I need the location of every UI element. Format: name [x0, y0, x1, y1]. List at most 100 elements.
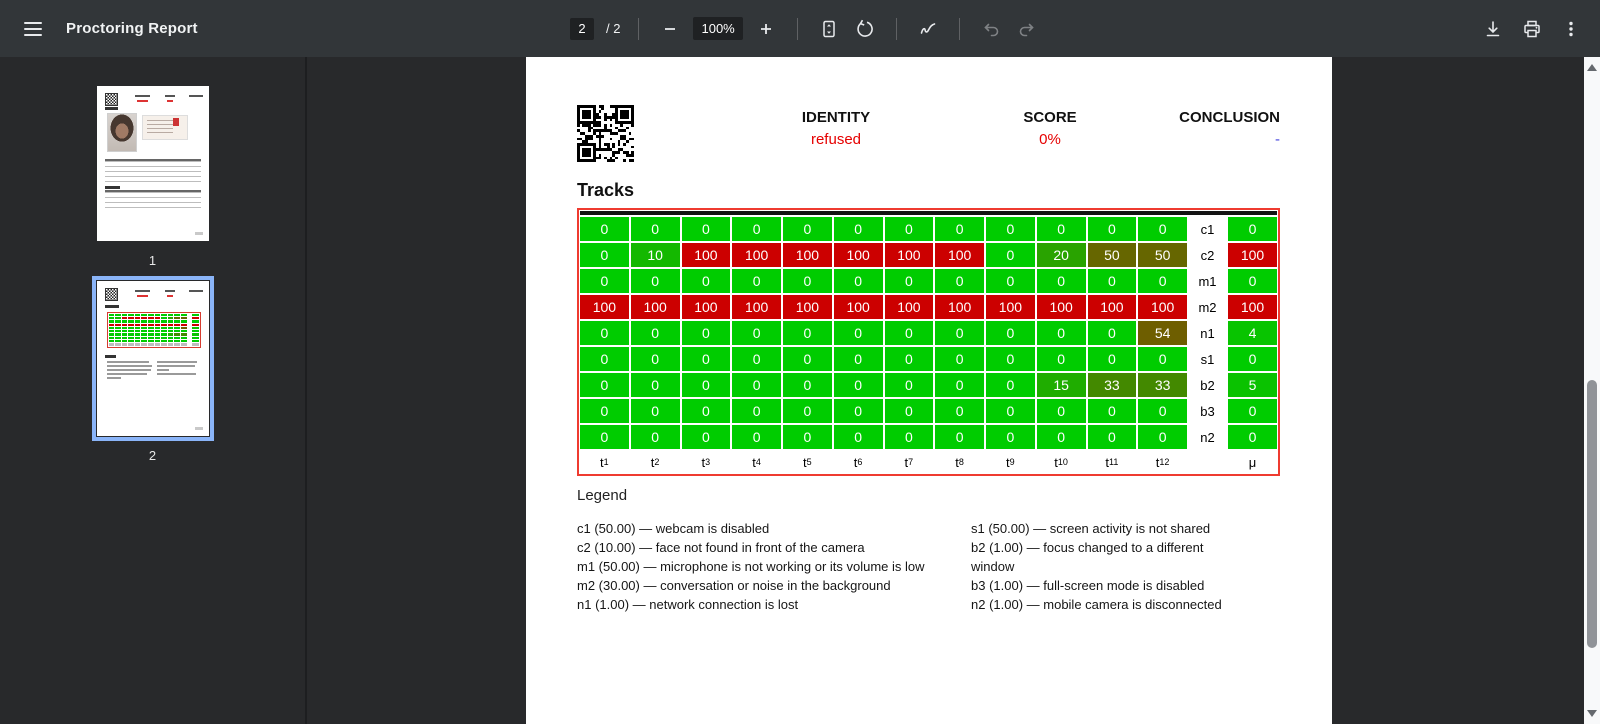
zoom-out-button[interactable]	[657, 16, 683, 42]
mini-track-cell	[115, 339, 121, 342]
mini-track-cell	[134, 330, 141, 333]
zoom-in-button[interactable]	[753, 16, 779, 42]
scroll-up-arrow-icon[interactable]	[1587, 64, 1597, 71]
mini-track-cell	[161, 333, 167, 336]
legend-item: c2 (10.00) — face not found in front of …	[577, 540, 865, 555]
mini-track-cell	[148, 339, 154, 342]
track-row-label: n1	[1189, 321, 1226, 345]
pdf-viewer-canvas[interactable]: IDENTITY refused SCORE 0% CONCLUSION - T…	[307, 57, 1584, 724]
legend-item: b2 (1.00) — focus changed to a different…	[971, 540, 1204, 574]
track-cell: 0	[630, 217, 680, 241]
vertical-scrollbar[interactable]	[1584, 57, 1600, 724]
track-cell: 33	[1138, 373, 1187, 397]
track-cell: 0	[1036, 321, 1086, 345]
track-cell: 0	[681, 347, 731, 371]
track-cell: 0	[935, 399, 984, 423]
track-cell: 0	[884, 373, 934, 397]
mini-track-cell	[108, 343, 115, 346]
track-cell: 0	[1087, 399, 1137, 423]
track-cell: 100	[630, 295, 680, 319]
track-cell: 0	[1087, 217, 1137, 241]
track-cell: 0	[1138, 269, 1187, 293]
track-cell: 0	[1036, 269, 1086, 293]
track-cell: 100	[580, 295, 629, 319]
track-cell: 0	[783, 321, 832, 345]
track-cell: 0	[833, 269, 883, 293]
track-cell: 0	[1138, 217, 1187, 241]
mini-track-cell	[108, 320, 115, 323]
more-options-icon[interactable]	[1558, 16, 1584, 42]
track-cell: 0	[630, 399, 680, 423]
mini-track-cell	[148, 343, 154, 346]
redo-icon	[1014, 16, 1040, 42]
toolbar-divider	[895, 17, 897, 40]
track-cell: 0	[986, 217, 1035, 241]
track-mean-cell: 100	[1228, 295, 1277, 319]
mini-track-cell	[108, 317, 115, 320]
track-mean-cell: 0	[1228, 347, 1277, 371]
zoom-level[interactable]: 100%	[693, 17, 743, 40]
fit-to-page-icon[interactable]	[816, 16, 842, 42]
mini-track-cell	[115, 323, 121, 326]
scroll-down-arrow-icon[interactable]	[1587, 710, 1597, 717]
identity-label: IDENTITY	[801, 109, 871, 126]
track-time-label: t 11	[1087, 451, 1137, 473]
track-cell: 100	[783, 295, 832, 319]
track-time-label: t6	[833, 451, 883, 473]
track-cell: 100	[732, 295, 781, 319]
mini-track-cell	[187, 336, 191, 339]
thumbnail-page-1[interactable]: 1	[92, 57, 214, 268]
menu-icon[interactable]	[24, 21, 42, 36]
mini-track-cell	[134, 320, 141, 323]
mini-track-cell	[191, 314, 199, 317]
track-cell: 0	[580, 321, 629, 345]
conclusion-value: -	[1275, 131, 1280, 148]
track-cell: 0	[580, 373, 629, 397]
mini-track-cell	[121, 343, 128, 346]
track-cell: 100	[884, 295, 934, 319]
thumbnail-page-2[interactable]: 2	[91, 268, 214, 463]
track-cell: 0	[732, 321, 781, 345]
mini-track-cell	[148, 330, 154, 333]
track-cell: 0	[1036, 425, 1086, 449]
track-cell: 15	[1036, 373, 1086, 397]
track-mean-cell: 4	[1228, 321, 1277, 345]
mini-track-cell	[167, 320, 174, 323]
annotate-icon[interactable]	[915, 16, 941, 42]
page-number-input[interactable]	[570, 17, 594, 40]
mini-webcam-photo	[106, 113, 137, 152]
track-cell: 0	[630, 425, 680, 449]
mini-track-cell	[141, 333, 147, 336]
identity-value: refused	[810, 131, 862, 148]
scrollbar-thumb[interactable]	[1587, 380, 1597, 648]
track-row-label: m1	[1189, 269, 1226, 293]
track-cell: 0	[884, 399, 934, 423]
print-icon[interactable]	[1519, 16, 1545, 42]
mini-track-cell	[191, 330, 199, 333]
mini-track-cell	[180, 343, 187, 346]
track-cell: 100	[732, 243, 781, 267]
track-cell: 0	[580, 347, 629, 371]
track-mean-cell: 0	[1228, 269, 1277, 293]
track-cell: 100	[681, 243, 731, 267]
mini-track-cell	[154, 314, 161, 317]
conclusion-label: CONCLUSION	[1179, 109, 1280, 126]
legend-item: c1 (50.00) — webcam is disabled	[577, 521, 770, 536]
rotate-icon[interactable]	[852, 16, 878, 42]
document-title: Proctoring Report	[66, 20, 198, 37]
track-cell: 0	[681, 321, 731, 345]
pdf-viewer-toolbar: Proctoring Report / 2 100%	[0, 0, 1600, 57]
track-cell: 0	[630, 269, 680, 293]
mini-track-cell	[115, 317, 121, 320]
track-row-label: s1	[1189, 347, 1226, 371]
mini-track-cell	[141, 314, 147, 317]
mini-track-cell	[148, 326, 154, 330]
track-cell: 50	[1087, 243, 1137, 267]
mini-track-cell	[128, 314, 134, 317]
mini-track-cell	[115, 330, 121, 333]
download-icon[interactable]	[1480, 16, 1506, 42]
track-cell: 100	[1036, 295, 1086, 319]
track-row-label: c2	[1189, 243, 1226, 267]
track-cell: 0	[1087, 425, 1137, 449]
track-cell: 0	[884, 217, 934, 241]
